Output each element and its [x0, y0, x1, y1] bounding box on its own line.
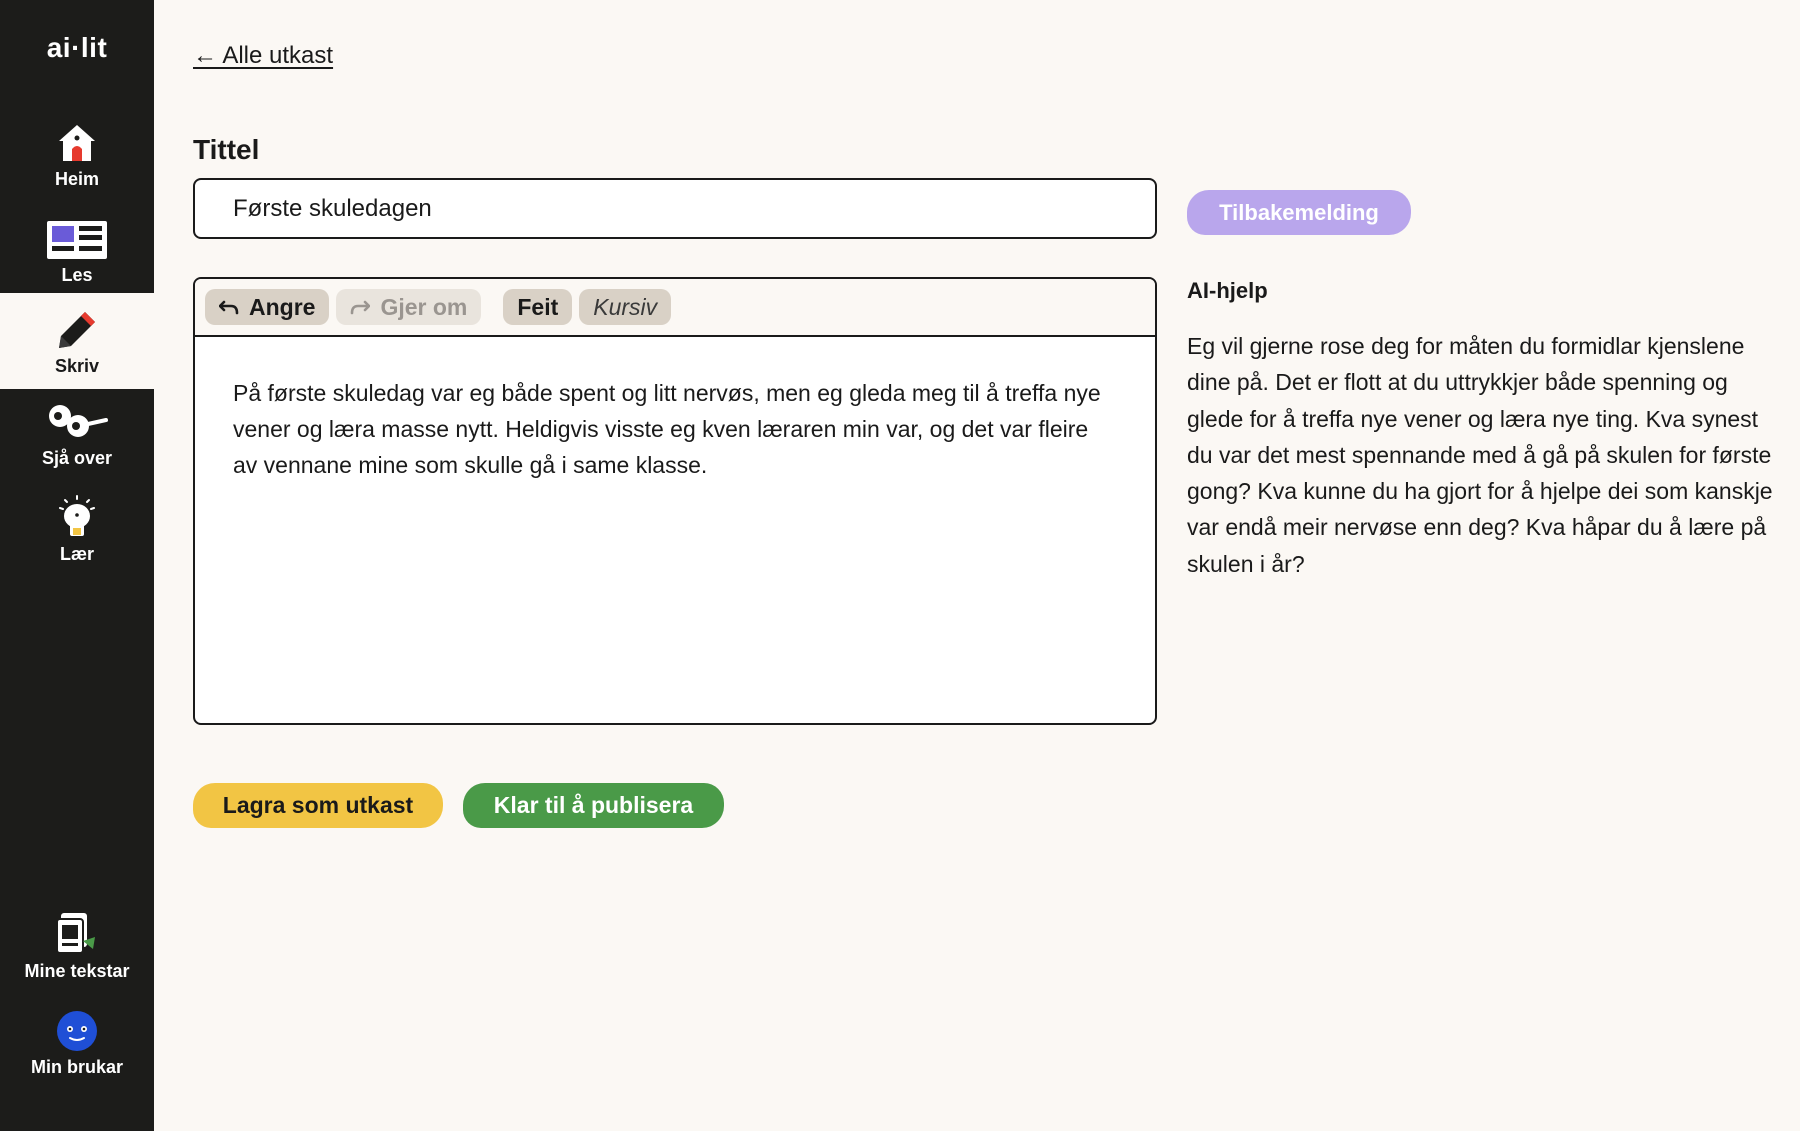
title-label: Tittel [193, 134, 260, 165]
sidebar-item-sja-over[interactable]: Sjå over [0, 385, 154, 481]
redo-label: Gjer om [380, 293, 468, 320]
bold-button[interactable]: Feit [503, 289, 573, 325]
sidebar: ai·lit Heim Les Skriv Sjå over Lær Mine … [0, 0, 154, 1131]
undo-icon [219, 300, 239, 315]
publish-button[interactable]: Klar til å publisera [463, 783, 724, 828]
text-editor: Angre Gjer om Feit Kursiv På første skul… [193, 277, 1157, 725]
sidebar-item-label: Les [61, 265, 93, 285]
app-logo[interactable]: ai·lit [0, 32, 154, 64]
editor-text-area[interactable]: På første skuledag var eg både spent og … [195, 337, 1155, 723]
sidebar-item-les[interactable]: Les [0, 202, 154, 298]
redo-icon [351, 300, 371, 315]
back-to-drafts-link[interactable]: ← Alle utkast [193, 42, 333, 70]
redo-button[interactable]: Gjer om [336, 289, 482, 325]
house-icon [59, 125, 95, 161]
undo-button[interactable]: Angre [205, 289, 330, 325]
sidebar-item-label: Min brukar [30, 1057, 123, 1077]
sidebar-item-mine-tekstar[interactable]: Mine tekstar [0, 898, 154, 994]
title-input[interactable] [193, 178, 1157, 239]
pencil-icon [59, 312, 95, 348]
save-draft-button[interactable]: Lagra som utkast [193, 783, 443, 828]
sidebar-item-min-brukar[interactable]: Min brukar [0, 994, 154, 1090]
sidebar-item-label: Skriv [54, 356, 100, 376]
review-glasses-icon [49, 405, 108, 437]
sidebar-item-label: Lær [59, 544, 94, 564]
ai-help-title: AI-hjelp [1187, 278, 1268, 303]
my-texts-icon [56, 913, 95, 954]
lightbulb-icon [59, 495, 95, 536]
undo-label: Angre [249, 293, 316, 320]
sidebar-item-label: Mine tekstar [24, 961, 130, 981]
sidebar-item-label: Sjå over [41, 448, 113, 468]
feedback-button[interactable]: Tilbakemelding [1187, 190, 1411, 235]
newspaper-icon [47, 221, 107, 259]
user-avatar-icon [57, 1011, 97, 1051]
sidebar-item-laer[interactable]: Lær [0, 481, 154, 577]
sidebar-item-heim[interactable]: Heim [0, 106, 154, 202]
italic-button[interactable]: Kursiv [579, 289, 672, 325]
editor-toolbar: Angre Gjer om Feit Kursiv [195, 279, 1155, 337]
sidebar-item-skriv[interactable]: Skriv [0, 293, 154, 389]
ai-help-text: Eg vil gjerne rose deg for måten du form… [1187, 333, 1773, 577]
sidebar-item-label: Heim [54, 169, 99, 189]
